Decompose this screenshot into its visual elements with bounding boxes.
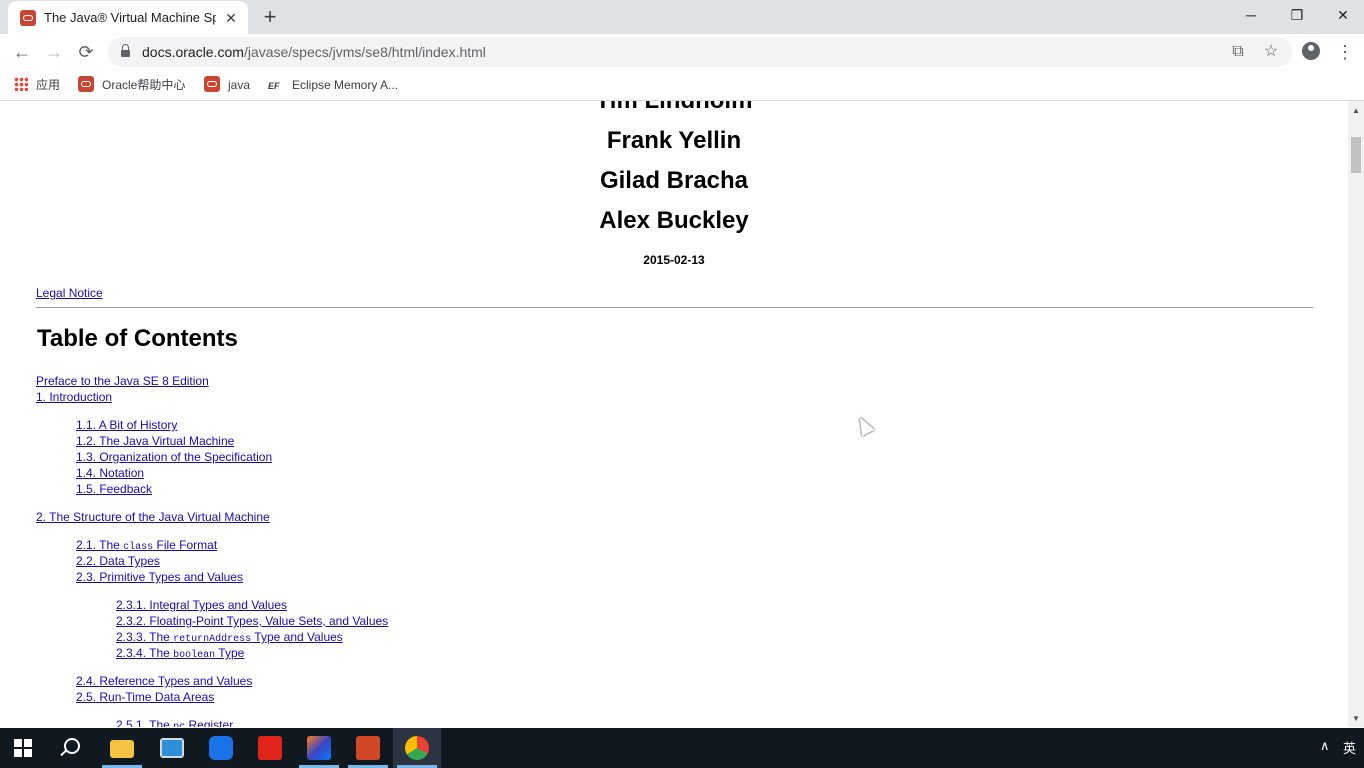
taskbar-remote-desktop[interactable] — [148, 728, 196, 768]
url-text[interactable]: docs.oracle.com/javase/specs/jvms/se8/ht… — [142, 44, 486, 60]
taskbar-feishu[interactable] — [197, 728, 245, 768]
monitor-icon — [160, 738, 184, 758]
apps-grid-icon — [14, 77, 28, 91]
eclipse-ef-icon: EF — [268, 81, 280, 91]
divider — [36, 307, 1313, 308]
title-bar: The Java® Virtual Machine Sp ✕ + ─ ❐ ✕ — [0, 0, 1364, 34]
url-host: docs.oracle.com — [142, 44, 244, 60]
active-tab[interactable]: The Java® Virtual Machine Sp ✕ — [8, 1, 248, 34]
author-name: Frank Yellin — [606, 127, 742, 154]
windows-start-icon[interactable] — [14, 739, 32, 757]
translate-icon[interactable]: ⧉ — [1228, 42, 1248, 62]
oracle-icon — [78, 76, 94, 92]
back-button[interactable]: ← — [8, 38, 36, 66]
star-icon[interactable]: ☆ — [1261, 42, 1281, 62]
scroll-thumb[interactable] — [1351, 137, 1361, 173]
taskbar-powerpoint[interactable] — [344, 728, 392, 768]
toc-link-2-2[interactable]: 2.2. Data Types — [76, 554, 160, 568]
toc-link-1-5[interactable]: 1.5. Feedback — [76, 482, 152, 496]
windows-taskbar: ∧ 英 — [0, 728, 1364, 768]
bookmark-apps[interactable]: 应用 — [14, 76, 60, 94]
toc-link-2-3-2[interactable]: 2.3.2. Floating-Point Types, Value Sets,… — [116, 614, 388, 628]
toc-link-2-5[interactable]: 2.5. Run-Time Data Areas — [76, 690, 214, 704]
author-name: Tim Lindholm — [0, 101, 1348, 115]
intellij-icon — [307, 736, 331, 760]
new-tab-button[interactable]: + — [258, 6, 282, 30]
toc-link-2-3-3[interactable]: 2.3.3. The returnAddress Type and Values — [116, 630, 343, 645]
feishu-icon — [209, 736, 233, 760]
ime-indicator[interactable]: 英 — [1343, 738, 1356, 757]
toc-link-2-1[interactable]: 2.1. The class File Format — [76, 538, 217, 553]
toc-heading: Table of Contents — [37, 325, 238, 352]
toc-link-2-3[interactable]: 2.3. Primitive Types and Values — [76, 570, 243, 584]
close-window-button[interactable]: ✕ — [1320, 0, 1364, 32]
tray-chevron-icon[interactable]: ∧ — [1320, 738, 1330, 754]
toc-link-chapter-1[interactable]: 1. Introduction — [36, 390, 112, 404]
url-path: /javase/specs/jvms/se8/html/index.html — [243, 44, 486, 60]
chrome-menu-icon[interactable]: ⋮ — [1336, 38, 1354, 66]
browser-toolbar: ← → ⟳ docs.oracle.com/javase/specs/jvms/… — [0, 34, 1364, 70]
youdao-icon — [258, 736, 282, 760]
author-name: Gilad Bracha — [599, 167, 749, 194]
folder-icon — [110, 740, 134, 758]
toc-link-2-3-1[interactable]: 2.3.1. Integral Types and Values — [116, 598, 287, 612]
minimize-button[interactable]: ─ — [1228, 0, 1274, 32]
oracle-icon — [204, 76, 220, 92]
lock-icon[interactable] — [121, 44, 130, 57]
publication-date: 2015-02-13 — [643, 253, 705, 267]
scroll-up-arrow-icon[interactable]: ▲ — [1348, 103, 1364, 119]
bookmark-java[interactable]: java — [204, 76, 250, 94]
tab-title: The Java® Virtual Machine Sp — [44, 10, 216, 25]
address-bar[interactable]: docs.oracle.com/javase/specs/jvms/se8/ht… — [108, 37, 1292, 67]
toc-link-2-3-4[interactable]: 2.3.4. The boolean Type — [116, 646, 244, 661]
restore-button[interactable]: ❐ — [1274, 0, 1320, 32]
taskbar-youdao[interactable] — [246, 728, 294, 768]
taskbar-file-explorer[interactable] — [98, 728, 146, 768]
reload-button[interactable]: ⟳ — [72, 38, 100, 66]
taskbar-intellij[interactable] — [295, 728, 343, 768]
forward-button[interactable]: → — [40, 38, 68, 66]
bookmark-eclipse-memory[interactable]: EF Eclipse Memory A... — [268, 76, 398, 94]
search-icon[interactable] — [64, 738, 80, 754]
bookmarks-bar: 应用 Oracle帮助中心 java EF Eclipse Memory A... — [0, 70, 1364, 101]
profile-avatar-icon[interactable] — [1302, 42, 1320, 60]
author-name: Alex Buckley — [599, 207, 749, 234]
scroll-down-arrow-icon[interactable]: ▼ — [1348, 711, 1364, 727]
toc-link-2-5-1[interactable]: 2.5.1. The pc Register — [116, 718, 233, 727]
taskbar-chrome[interactable] — [393, 728, 441, 768]
toc-link-1-3[interactable]: 1.3. Organization of the Specification — [76, 450, 272, 464]
page-content: Tim Lindholm Frank Yellin Gilad Bracha A… — [0, 101, 1348, 727]
tab-close-icon[interactable]: ✕ — [222, 9, 240, 27]
oracle-favicon-icon — [20, 10, 36, 26]
toc-link-1-2[interactable]: 1.2. The Java Virtual Machine — [76, 434, 234, 448]
powerpoint-icon — [356, 736, 380, 760]
toc-link-1-4[interactable]: 1.4. Notation — [76, 466, 144, 480]
chrome-icon — [405, 736, 429, 760]
toc-link-1-1[interactable]: 1.1. A Bit of History — [76, 418, 177, 432]
page-scrollbar[interactable]: ▲ ▼ — [1348, 101, 1364, 727]
toc-link-chapter-2[interactable]: 2. The Structure of the Java Virtual Mac… — [36, 510, 270, 524]
bookmark-oracle-help[interactable]: Oracle帮助中心 — [78, 76, 185, 94]
toc-link-2-4[interactable]: 2.4. Reference Types and Values — [76, 674, 252, 688]
legal-notice-link[interactable]: Legal Notice — [36, 286, 103, 300]
toc-link-preface[interactable]: Preface to the Java SE 8 Edition — [36, 374, 209, 388]
